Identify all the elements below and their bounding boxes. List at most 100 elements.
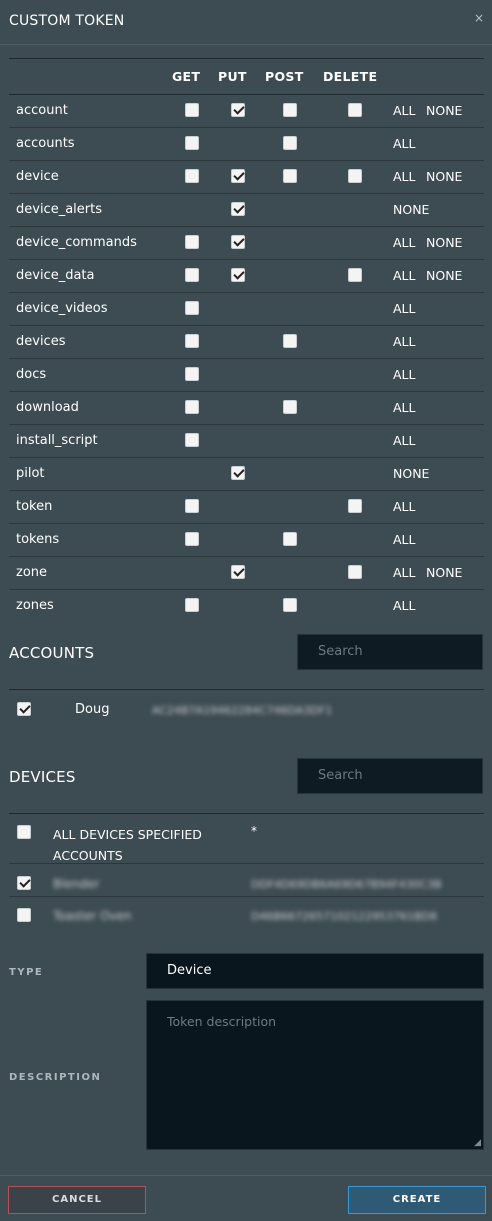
resource-name: tokens — [16, 532, 60, 547]
resource-name: download — [16, 400, 79, 415]
checkbox-put-device[interactable] — [231, 169, 245, 183]
devices-search-input[interactable]: Search — [297, 758, 483, 794]
permission-row-devices: devices ALL — [9, 326, 484, 359]
column-header-post: POST — [265, 69, 304, 84]
description-textarea[interactable]: Token description ◢ — [146, 1000, 484, 1150]
permission-row-device-alerts: device_alerts NONE — [9, 194, 484, 227]
select-all-link[interactable]: ALL — [393, 169, 415, 184]
checkbox-put-device-commands[interactable] — [231, 235, 245, 249]
checkbox-put-zone[interactable] — [231, 565, 245, 579]
checkbox-post-account[interactable] — [283, 103, 297, 117]
account-name: Doug — [75, 702, 110, 717]
resource-name: account — [16, 103, 68, 118]
checkbox-post-zones[interactable] — [283, 598, 297, 612]
select-all-link[interactable]: ALL — [393, 136, 415, 151]
permission-row-zones: zones ALL — [9, 590, 484, 622]
checkbox-get-device-videos[interactable] — [185, 301, 199, 315]
select-all-link[interactable]: ALL — [393, 400, 415, 415]
select-all-link[interactable]: ALL — [393, 301, 415, 316]
resource-name: device — [16, 169, 59, 184]
close-icon[interactable]: × — [474, 11, 484, 25]
select-all-link[interactable]: ALL — [393, 499, 415, 514]
checkbox-get-device-commands[interactable] — [185, 235, 199, 249]
select-all-link[interactable]: ALL — [393, 334, 415, 349]
checkbox-put-device-alerts[interactable] — [231, 202, 245, 216]
checkbox-delete-device[interactable] — [348, 169, 362, 183]
checkbox-put-account[interactable] — [231, 103, 245, 117]
select-none-link[interactable]: NONE — [426, 268, 462, 283]
resource-name: token — [16, 499, 53, 514]
resource-name: device_alerts — [16, 202, 102, 217]
checkbox-put-pilot[interactable] — [231, 466, 245, 480]
permission-row-tokens: tokens ALL — [9, 524, 484, 557]
select-all-link[interactable]: ALL — [393, 235, 415, 250]
select-none-link[interactable]: NONE — [393, 466, 429, 481]
permission-row-pilot: pilot NONE — [9, 458, 484, 491]
select-all-link[interactable]: ALL — [393, 565, 415, 580]
device-name: Toaster Oven — [53, 909, 132, 923]
checkbox-delete-account[interactable] — [348, 103, 362, 117]
resource-name: docs — [16, 367, 47, 382]
permission-row-account: account ALL NONE — [9, 95, 484, 128]
select-all-link[interactable]: ALL — [393, 268, 415, 283]
modal-title: CUSTOM TOKEN — [9, 13, 125, 29]
column-header-get: GET — [172, 69, 201, 84]
select-all-link[interactable]: ALL — [393, 367, 415, 382]
checkbox-post-download[interactable] — [283, 400, 297, 414]
checkbox-get-tokens[interactable] — [185, 532, 199, 546]
select-all-link[interactable]: ALL — [393, 103, 415, 118]
account-id: AC24B7A19462284C746DA3DF1 — [152, 704, 333, 717]
resource-name: device_videos — [16, 301, 108, 316]
checkbox-get-device[interactable] — [185, 169, 199, 183]
device-checkbox-toaster-oven[interactable] — [17, 908, 31, 922]
select-none-link[interactable]: NONE — [426, 235, 462, 250]
modal-header: CUSTOM TOKEN × — [0, 0, 492, 45]
checkbox-delete-token[interactable] — [348, 499, 362, 513]
accounts-heading: ACCOUNTS — [9, 644, 95, 662]
divider — [9, 863, 484, 864]
select-none-link[interactable]: NONE — [426, 169, 462, 184]
checkbox-post-devices[interactable] — [283, 334, 297, 348]
checkbox-put-device-data[interactable] — [231, 268, 245, 282]
checkbox-delete-device-data[interactable] — [348, 268, 362, 282]
permission-row-device-commands: device_commands ALL NONE — [9, 227, 484, 260]
checkbox-get-zones[interactable] — [185, 598, 199, 612]
checkbox-post-accounts[interactable] — [283, 136, 297, 150]
permission-row-download: download ALL — [9, 392, 484, 425]
type-value: Device — [167, 963, 212, 978]
account-checkbox-doug[interactable] — [17, 702, 31, 716]
checkbox-get-docs[interactable] — [185, 367, 199, 381]
column-header-delete: DELETE — [323, 69, 378, 84]
device-checkbox-blender[interactable] — [17, 876, 31, 890]
select-all-link[interactable]: ALL — [393, 598, 415, 613]
create-button[interactable]: CREATE — [348, 1186, 486, 1214]
resize-handle-icon[interactable]: ◢ — [474, 1138, 481, 1148]
footer-divider — [0, 1175, 492, 1176]
select-none-link[interactable]: NONE — [426, 565, 462, 580]
resource-name: device_data — [16, 268, 95, 283]
permission-row-device: device ALL NONE — [9, 161, 484, 194]
checkbox-get-token[interactable] — [185, 499, 199, 513]
checkbox-delete-zone[interactable] — [348, 565, 362, 579]
accounts-search-input[interactable]: Search — [297, 634, 483, 670]
description-label: DESCRIPTION — [9, 1072, 102, 1083]
select-none-link[interactable]: NONE — [393, 202, 429, 217]
checkbox-get-device-data[interactable] — [185, 268, 199, 282]
divider — [9, 689, 484, 690]
permission-row-zone: zone ALL NONE — [9, 557, 484, 590]
all-devices-checkbox[interactable] — [17, 825, 31, 839]
device-id: D46B6672657102122953761BD8 — [251, 910, 438, 923]
select-none-link[interactable]: NONE — [426, 103, 462, 118]
checkbox-post-device[interactable] — [283, 169, 297, 183]
checkbox-get-devices[interactable] — [185, 334, 199, 348]
checkbox-get-account[interactable] — [185, 103, 199, 117]
type-select[interactable]: Device — [146, 953, 484, 989]
cancel-button[interactable]: CANCEL — [8, 1186, 146, 1214]
checkbox-get-accounts[interactable] — [185, 136, 199, 150]
select-all-link[interactable]: ALL — [393, 433, 415, 448]
checkbox-get-install-script[interactable] — [185, 433, 199, 447]
checkbox-get-download[interactable] — [185, 400, 199, 414]
select-all-link[interactable]: ALL — [393, 532, 415, 547]
checkbox-post-tokens[interactable] — [283, 532, 297, 546]
permission-row-install-script: install_script ALL — [9, 425, 484, 458]
